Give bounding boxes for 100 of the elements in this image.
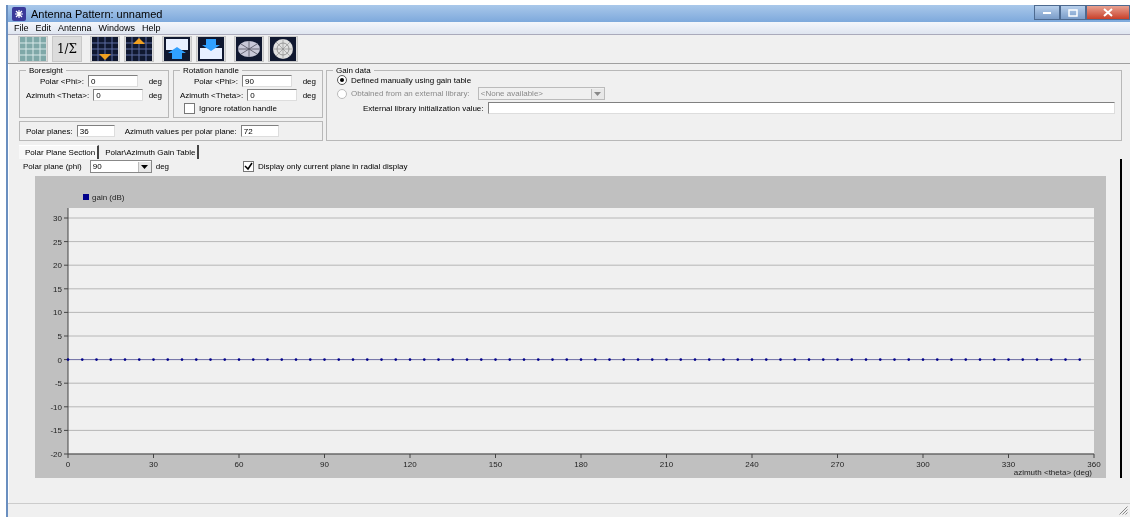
group-title: Boresight <box>28 66 64 75</box>
sum-button[interactable]: 1/Σ <box>52 36 82 62</box>
y-tick-label: -15 <box>50 426 62 436</box>
y-tick-label: 25 <box>53 237 62 247</box>
data-point <box>123 358 127 361</box>
data-point <box>707 358 711 361</box>
data-point <box>394 358 398 361</box>
data-point <box>237 358 241 361</box>
data-point <box>608 358 611 361</box>
menu-item[interactable]: File <box>14 23 29 33</box>
toolbar-button[interactable] <box>124 36 154 62</box>
data-point <box>408 358 412 361</box>
grid-down-arrow-icon <box>92 37 118 61</box>
data-point <box>152 358 155 361</box>
app-icon <box>12 6 26 21</box>
close-icon <box>1103 8 1113 17</box>
data-point <box>1049 358 1053 361</box>
x-tick-label: 360 <box>1087 460 1101 469</box>
radio-button[interactable] <box>337 75 347 85</box>
data-point <box>437 358 440 361</box>
menu-item[interactable]: Edit <box>35 23 52 33</box>
field-label: Azimuth <Theta>: <box>26 90 90 100</box>
data-point <box>280 358 284 361</box>
menu-item[interactable]: Antenna <box>58 23 92 33</box>
input-field[interactable]: 36 <box>76 125 115 137</box>
data-point <box>1021 358 1025 361</box>
data-point <box>465 358 469 361</box>
data-point <box>137 358 141 361</box>
window-title: Antenna Pattern: unnamed <box>31 7 163 20</box>
toolbar-button[interactable] <box>234 36 264 62</box>
data-point <box>323 358 326 361</box>
x-tick-label: 240 <box>745 460 759 469</box>
legend-label: gain (dB) <box>92 193 125 202</box>
data-point <box>180 358 184 361</box>
x-tick-label: 120 <box>403 460 417 469</box>
y-tick-label: -5 <box>54 379 62 389</box>
data-point <box>907 358 911 361</box>
input-field[interactable]: 90 <box>242 75 292 87</box>
data-point <box>807 358 811 361</box>
data-point <box>95 358 98 361</box>
close-button[interactable] <box>1086 5 1130 20</box>
toolbar-button[interactable] <box>196 36 226 62</box>
input-field[interactable]: 72 <box>240 125 279 137</box>
data-point <box>351 358 355 361</box>
y-tick-label: 5 <box>57 332 62 341</box>
data-point <box>722 358 725 361</box>
x-tick-label: 330 <box>1001 460 1016 469</box>
checkbox[interactable] <box>243 161 255 172</box>
group-title: Gain data <box>335 66 372 75</box>
x-tick-label: 90 <box>320 460 329 469</box>
resize-grip-icon <box>1119 506 1128 515</box>
caret-icon <box>594 91 602 96</box>
data-point <box>109 358 113 361</box>
field-label: Polar <Phi>: <box>39 76 84 86</box>
data-point <box>294 358 298 361</box>
minimize-icon <box>1043 11 1051 14</box>
toolbar-button[interactable] <box>162 36 192 62</box>
input-field[interactable]: 0 <box>247 89 298 101</box>
field-label: Polar planes: <box>26 126 73 136</box>
unit-label: deg <box>301 76 316 86</box>
y-tick-label: 20 <box>53 261 62 271</box>
data-point <box>836 358 839 361</box>
checkbox[interactable] <box>184 103 195 114</box>
data-point <box>66 358 70 361</box>
toolbar-button[interactable] <box>268 36 298 62</box>
polar-grid-icon <box>270 37 296 61</box>
toolbar-button[interactable] <box>90 36 120 62</box>
data-point <box>764 358 768 361</box>
field-label: Polar plane (phi) <box>23 162 82 171</box>
data-point <box>494 358 497 361</box>
maximize-button[interactable] <box>1060 5 1086 20</box>
input-field[interactable] <box>487 102 1115 114</box>
input-field[interactable]: 0 <box>88 75 138 87</box>
unit-label: deg <box>147 76 162 86</box>
data-point <box>251 358 255 361</box>
data-point <box>850 358 854 361</box>
data-point <box>166 358 170 361</box>
input-field[interactable]: 0 <box>93 89 144 101</box>
data-point <box>308 358 312 361</box>
data-point <box>1064 358 1067 361</box>
data-point <box>536 358 540 361</box>
data-point <box>921 358 925 361</box>
mesh-sphere-icon <box>236 37 262 61</box>
x-tick-label: 180 <box>574 460 588 469</box>
minimize-button[interactable] <box>1034 5 1060 20</box>
data-point <box>950 358 953 361</box>
grid-up-arrow-icon <box>126 37 152 61</box>
tab[interactable]: Polar Plane Section <box>19 145 100 159</box>
menu-item[interactable]: Windows <box>98 23 136 33</box>
data-point <box>650 358 654 361</box>
data-point <box>821 358 825 361</box>
caret-icon <box>141 164 149 169</box>
polar-plane-dropdown[interactable]: 90 <box>89 160 152 173</box>
menu-item[interactable]: Help <box>142 23 161 33</box>
x-tick-label: 0 <box>65 460 71 469</box>
unit-label: deg <box>155 162 170 171</box>
x-tick-label: 210 <box>659 460 674 469</box>
data-point <box>978 358 982 361</box>
data-point <box>337 358 341 361</box>
data-point <box>80 358 84 361</box>
